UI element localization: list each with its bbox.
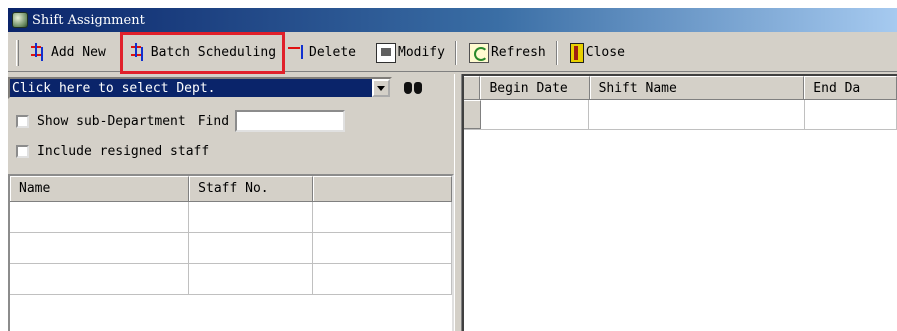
table-row[interactable] bbox=[464, 100, 897, 130]
row-indicator[interactable] bbox=[464, 100, 481, 129]
column-header-shift-name[interactable]: Shift Name bbox=[589, 76, 805, 99]
toolbar-separator bbox=[454, 40, 457, 65]
column-header-extra[interactable] bbox=[312, 176, 452, 201]
pane-splitter[interactable] bbox=[454, 74, 462, 331]
find-label: Find bbox=[197, 113, 230, 129]
column-header-staff-no[interactable]: Staff No. bbox=[189, 176, 313, 201]
staff-grid[interactable]: Name Staff No. bbox=[8, 174, 454, 331]
table-row[interactable] bbox=[10, 202, 452, 233]
toolbar-grip[interactable] bbox=[16, 39, 19, 66]
close-door-icon bbox=[569, 42, 584, 63]
app-icon bbox=[12, 12, 28, 28]
filter-options: Show sub-Department Find Include resigne… bbox=[8, 106, 454, 166]
show-sub-dept-option: Show sub-Department Find bbox=[8, 106, 454, 136]
refresh-icon bbox=[468, 42, 489, 63]
window-title: Shift Assignment bbox=[32, 12, 145, 28]
staff-grid-header: Name Staff No. bbox=[10, 176, 452, 202]
table-cell[interactable] bbox=[10, 202, 190, 232]
table-row[interactable] bbox=[10, 264, 452, 295]
table-cell[interactable] bbox=[589, 100, 805, 129]
modify-icon bbox=[376, 42, 396, 63]
shift-grid[interactable]: Begin Date Shift Name End Da bbox=[462, 74, 897, 331]
table-row[interactable] bbox=[10, 233, 452, 264]
dept-select[interactable]: Click here to select Dept. bbox=[8, 77, 392, 99]
show-sub-dept-checkbox[interactable] bbox=[16, 114, 29, 128]
shift-grid-header: Begin Date Shift Name End Da bbox=[464, 76, 897, 100]
column-header-begin-date[interactable]: Begin Date bbox=[480, 76, 590, 99]
add-icon bbox=[29, 42, 49, 63]
table-cell[interactable] bbox=[10, 233, 190, 263]
table-cell[interactable] bbox=[313, 202, 452, 232]
table-cell[interactable] bbox=[805, 100, 897, 129]
column-header-end-date[interactable]: End Da bbox=[804, 76, 897, 99]
table-cell[interactable] bbox=[313, 233, 452, 263]
dept-row: Click here to select Dept. bbox=[8, 74, 454, 102]
find-input[interactable] bbox=[235, 110, 346, 132]
table-cell[interactable] bbox=[189, 233, 313, 263]
modify-button[interactable]: Modify bbox=[374, 39, 447, 67]
table-cell[interactable] bbox=[313, 264, 452, 294]
table-cell[interactable] bbox=[189, 202, 313, 232]
include-resigned-option: Include resigned staff bbox=[8, 136, 454, 166]
shift-assignment-window: Shift Assignment Add New Batch Schedulin… bbox=[8, 8, 897, 331]
title-bar: Shift Assignment bbox=[8, 8, 897, 32]
table-cell[interactable] bbox=[10, 264, 190, 294]
close-button[interactable]: Close bbox=[568, 39, 627, 67]
delete-icon bbox=[287, 43, 307, 63]
left-pane: Click here to select Dept. Show sub-Depa… bbox=[8, 77, 454, 331]
row-indicator-header bbox=[464, 76, 481, 99]
column-header-name[interactable]: Name bbox=[10, 176, 190, 201]
batch-add-icon bbox=[129, 42, 149, 63]
batch-scheduling-button[interactable]: Batch Scheduling bbox=[119, 31, 286, 74]
table-cell[interactable] bbox=[189, 264, 313, 294]
refresh-button[interactable]: Refresh bbox=[467, 39, 548, 67]
toolbar-separator bbox=[555, 40, 558, 65]
include-resigned-checkbox[interactable] bbox=[16, 144, 29, 158]
binoculars-icon[interactable] bbox=[402, 78, 424, 98]
add-new-button[interactable]: Add New bbox=[27, 39, 108, 67]
table-cell[interactable] bbox=[481, 100, 590, 129]
delete-button[interactable]: Delete bbox=[285, 39, 358, 67]
chevron-down-icon[interactable] bbox=[372, 79, 390, 97]
toolbar: Add New Batch Scheduling Delete Modify R… bbox=[8, 31, 897, 74]
